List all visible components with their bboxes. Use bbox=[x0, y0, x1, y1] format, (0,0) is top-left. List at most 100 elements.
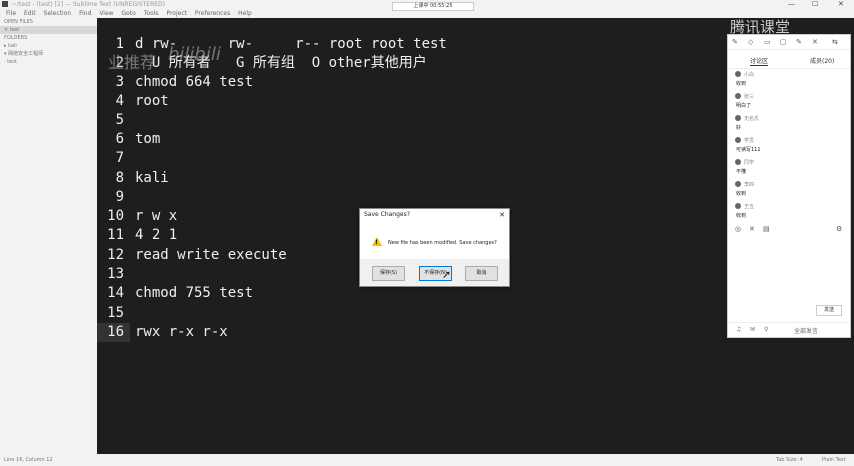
avatar bbox=[735, 115, 741, 121]
line-number: 8 bbox=[115, 170, 124, 186]
emoji-icon[interactable]: ◎ bbox=[735, 225, 741, 233]
watermark-text: 业推荐 bbox=[108, 53, 157, 72]
line-number: 13 bbox=[107, 266, 124, 282]
dialog-message: New file has been modified. Save changes… bbox=[388, 240, 497, 246]
list-item: 王五 收到 bbox=[728, 201, 850, 223]
sidebar-item-test-open[interactable]: × test bbox=[0, 26, 97, 34]
line-number: 16 bbox=[107, 324, 124, 340]
line-number: 11 bbox=[107, 227, 124, 243]
menu-help[interactable]: Help bbox=[238, 9, 252, 18]
line-number: 7 bbox=[115, 150, 124, 166]
avatar bbox=[735, 137, 741, 143]
sublime-app-icon bbox=[2, 1, 8, 7]
tab-discussion[interactable]: 讨论区 bbox=[750, 56, 769, 66]
menu-find[interactable]: Find bbox=[79, 9, 91, 18]
mouse-cursor-icon: ➚ bbox=[442, 268, 452, 281]
line-number: 3 bbox=[115, 74, 124, 90]
code-line[interactable]: read write execute bbox=[135, 246, 287, 265]
tab-members[interactable]: 成员(20) bbox=[810, 56, 834, 65]
dialog-title: Save Changes? bbox=[364, 211, 410, 218]
recording-indicator: 上课中 00:55:25 bbox=[392, 2, 474, 11]
sidebar-header-open-files: OPEN FILES bbox=[4, 19, 33, 25]
swap-icon[interactable]: ⇆ bbox=[832, 38, 838, 46]
mic-icon[interactable]: ♫ bbox=[736, 326, 741, 333]
warning-icon-mark: ! bbox=[375, 239, 378, 246]
chat-message: 好 bbox=[736, 125, 742, 131]
status-tab-size[interactable]: Tab Size: 4 bbox=[776, 454, 803, 466]
chat-username: 王五 bbox=[744, 204, 755, 210]
line-number: 6 bbox=[115, 131, 124, 147]
list-item: 无名氏 好 bbox=[728, 113, 850, 135]
save-button[interactable]: 保存(S) bbox=[372, 266, 405, 281]
eraser-icon[interactable]: ◇ bbox=[748, 38, 753, 46]
bilibili-logo: bilibili bbox=[168, 44, 221, 65]
dialog-close-icon[interactable]: ✕ bbox=[499, 209, 505, 221]
avatar bbox=[735, 181, 741, 187]
menu-view[interactable]: View bbox=[99, 9, 113, 18]
dialog-titlebar: Save Changes? ✕ bbox=[360, 209, 509, 221]
status-syntax[interactable]: Plain Text bbox=[822, 454, 846, 466]
chat-username: 张三 bbox=[744, 94, 755, 100]
chat-username: 李四 bbox=[744, 182, 755, 188]
panel-footer: ♫ ✉ ⚲ 全部发言 bbox=[728, 322, 850, 337]
chat-username: 学员 bbox=[744, 138, 755, 144]
cancel-button[interactable]: 取消 bbox=[465, 266, 498, 281]
settings-icon[interactable]: ⚙ bbox=[836, 225, 842, 233]
line-number: 15 bbox=[107, 305, 124, 321]
chat-message: 收到 bbox=[736, 81, 747, 87]
code-line[interactable]: tom bbox=[135, 130, 160, 149]
edit-icon[interactable]: ✎ bbox=[796, 38, 802, 46]
chat-message: 不懂 bbox=[736, 169, 747, 175]
avatar bbox=[735, 203, 741, 209]
minimize-button[interactable]: — bbox=[788, 0, 795, 9]
panel-tabs: 讨论区 成员(20) bbox=[728, 50, 850, 69]
panel-actions: ◎ ✕ ▤ ⚙ bbox=[728, 223, 850, 237]
avatar bbox=[735, 159, 741, 165]
send-button[interactable]: 发送 bbox=[816, 305, 842, 316]
menu-goto[interactable]: Goto bbox=[121, 9, 135, 18]
menu-preferences[interactable]: Preferences bbox=[195, 9, 230, 18]
avatar bbox=[735, 71, 741, 77]
chat-message: 收到 bbox=[736, 191, 747, 197]
search-icon[interactable]: ⚲ bbox=[764, 326, 768, 333]
menu-edit[interactable]: Edit bbox=[24, 9, 36, 18]
chat-username: 小白 bbox=[744, 72, 755, 78]
chat-message: 可读写111 bbox=[736, 147, 761, 153]
chat-username: 同学 bbox=[744, 160, 755, 166]
line-number: 4 bbox=[115, 93, 124, 109]
list-item: 李四 收到 bbox=[728, 179, 850, 201]
filter-all-label[interactable]: 全部发言 bbox=[794, 326, 818, 335]
mail-icon[interactable]: ✉ bbox=[750, 326, 755, 333]
maximize-button[interactable]: ☐ bbox=[812, 0, 818, 9]
status-bar: Line 16, Column 12 Tab Size: 4 Plain Tex… bbox=[0, 454, 854, 466]
code-line[interactable]: r w x bbox=[135, 207, 177, 226]
menu-file[interactable]: File bbox=[6, 9, 16, 18]
discussion-panel: ✎ ◇ ▭ ▢ ✎ ✕ ⇆ 讨论区 成员(20) 小白 收到 张三 明白了 无名… bbox=[727, 34, 851, 338]
menu-project[interactable]: Project bbox=[166, 9, 187, 18]
save-changes-dialog: Save Changes? ✕ ! New file has been modi… bbox=[359, 208, 510, 287]
code-line[interactable]: 4 2 1 bbox=[135, 226, 177, 245]
status-cursor-position: Line 16, Column 12 bbox=[4, 457, 53, 463]
code-line[interactable]: chmod 664 test bbox=[135, 73, 253, 92]
menu-selection[interactable]: Selection bbox=[44, 9, 72, 18]
pen-icon[interactable]: ✎ bbox=[732, 38, 738, 46]
line-number: 10 bbox=[107, 208, 124, 224]
image-icon[interactable]: ▤ bbox=[763, 225, 770, 233]
close-icon[interactable]: ✕ bbox=[749, 225, 755, 233]
menu-tools[interactable]: Tools bbox=[144, 9, 159, 18]
chat-username: 无名氏 bbox=[744, 116, 760, 122]
code-line[interactable]: chmod 755 test bbox=[135, 284, 253, 303]
panel-toolbar: ✎ ◇ ▭ ▢ ✎ ✕ ⇆ bbox=[728, 35, 850, 50]
code-line[interactable]: rwx r-x r-x bbox=[135, 323, 228, 342]
shape-icon[interactable]: ▢ bbox=[780, 38, 787, 46]
dialog-body: ! New file has been modified. Save chang… bbox=[360, 221, 509, 259]
close-button[interactable]: ✕ bbox=[838, 0, 844, 9]
list-item: 学员 可读写111 bbox=[728, 135, 850, 157]
list-item: 同学 不懂 bbox=[728, 157, 850, 179]
code-line[interactable]: kali bbox=[135, 169, 169, 188]
window-title: ~/test - (test) [2] — Sublime Text (UNRE… bbox=[12, 1, 165, 8]
line-number: 12 bbox=[107, 247, 124, 263]
clear-icon[interactable]: ✕ bbox=[812, 38, 818, 46]
code-line[interactable]: root bbox=[135, 92, 169, 111]
rect-icon[interactable]: ▭ bbox=[764, 38, 771, 46]
